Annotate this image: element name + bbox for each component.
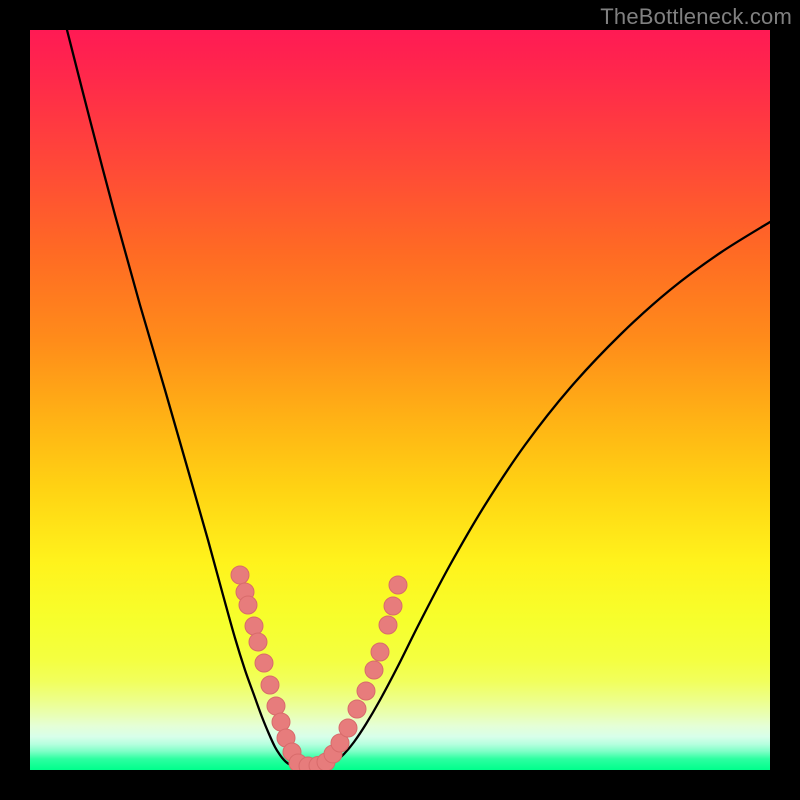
data-marker — [267, 697, 285, 715]
data-marker — [239, 596, 257, 614]
data-marker — [348, 700, 366, 718]
data-marker — [339, 719, 357, 737]
data-marker — [365, 661, 383, 679]
data-marker — [379, 616, 397, 634]
data-marker — [249, 633, 267, 651]
data-marker — [261, 676, 279, 694]
data-marker — [384, 597, 402, 615]
data-marker — [371, 643, 389, 661]
watermark-text: TheBottleneck.com — [600, 4, 792, 30]
marker-group — [231, 566, 407, 770]
data-marker — [389, 576, 407, 594]
data-marker — [272, 713, 290, 731]
data-marker — [357, 682, 375, 700]
data-marker — [231, 566, 249, 584]
curve-right-branch — [323, 222, 770, 766]
chart-overlay-svg — [30, 30, 770, 770]
data-marker — [245, 617, 263, 635]
plot-area — [30, 30, 770, 770]
data-marker — [255, 654, 273, 672]
chart-frame: TheBottleneck.com — [0, 0, 800, 800]
